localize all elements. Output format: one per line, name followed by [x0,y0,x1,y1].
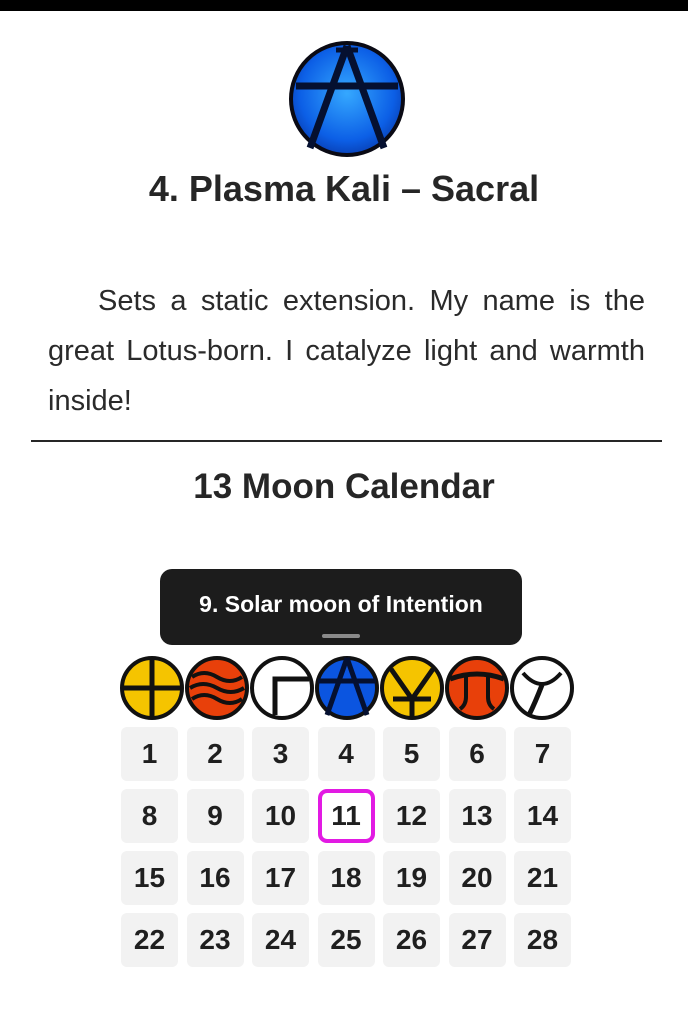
day-cell[interactable]: 18 [317,851,375,905]
day-cell[interactable]: 3 [252,727,309,781]
day-cell[interactable]: 20 [448,851,506,905]
day-cell[interactable]: 22 [121,913,178,967]
kali-glyph-icon[interactable] [314,655,380,721]
day-cell[interactable]: 6 [448,727,506,781]
day-cell[interactable]: 19 [383,851,440,905]
plasma-glyph-row [119,655,577,721]
day-cell[interactable]: 8 [121,789,178,843]
day-cell[interactable]: 5 [383,727,440,781]
day-cell[interactable]: 13 [448,789,506,843]
plasma-title: 4. Plasma Kali – Sacral [148,168,540,209]
calendar-title: 13 Moon Calendar [193,467,495,506]
plasma-description: Sets a static extension. My name is the … [48,285,645,417]
day-cell[interactable]: 4 [317,727,375,781]
status-bar [0,0,688,11]
alpha-glyph-icon[interactable] [379,655,445,721]
day-cell[interactable]: 28 [514,913,571,967]
day-cell[interactable]: 17 [252,851,309,905]
day-cell[interactable]: 12 [383,789,440,843]
day-cell[interactable]: 15 [121,851,178,905]
seli-glyph-icon[interactable] [184,655,250,721]
moon-label: 9. Solar moon of Intention [199,591,483,617]
day-cell[interactable]: 16 [186,851,244,905]
divider [31,440,662,442]
day-grid: 1 2 3 4 5 6 7 8 9 10 11 12 13 14 15 16 17 18 19 20 21 22 23 24 2… [121,727,573,967]
day-cell[interactable]: 1 [121,727,178,781]
day-cell[interactable]: 25 [317,913,375,967]
day-cell[interactable]: 21 [514,851,571,905]
drag-handle[interactable] [322,634,360,638]
day-cell[interactable]: 26 [383,913,440,967]
day-cell-selected[interactable]: 11 [317,789,375,843]
day-cell[interactable]: 7 [514,727,571,781]
day-cell[interactable]: 23 [186,913,244,967]
plasma-kali-glyph-icon [289,41,405,157]
day-cell[interactable]: 24 [252,913,309,967]
dali-glyph-icon[interactable] [119,655,185,721]
gamma-glyph-icon[interactable] [249,655,315,721]
day-cell[interactable]: 9 [186,789,244,843]
day-cell[interactable]: 27 [448,913,506,967]
day-cell[interactable]: 14 [514,789,571,843]
silio-glyph-icon[interactable] [509,655,575,721]
day-cell[interactable]: 2 [186,727,244,781]
limi-glyph-icon[interactable] [444,655,510,721]
day-cell[interactable]: 10 [252,789,309,843]
